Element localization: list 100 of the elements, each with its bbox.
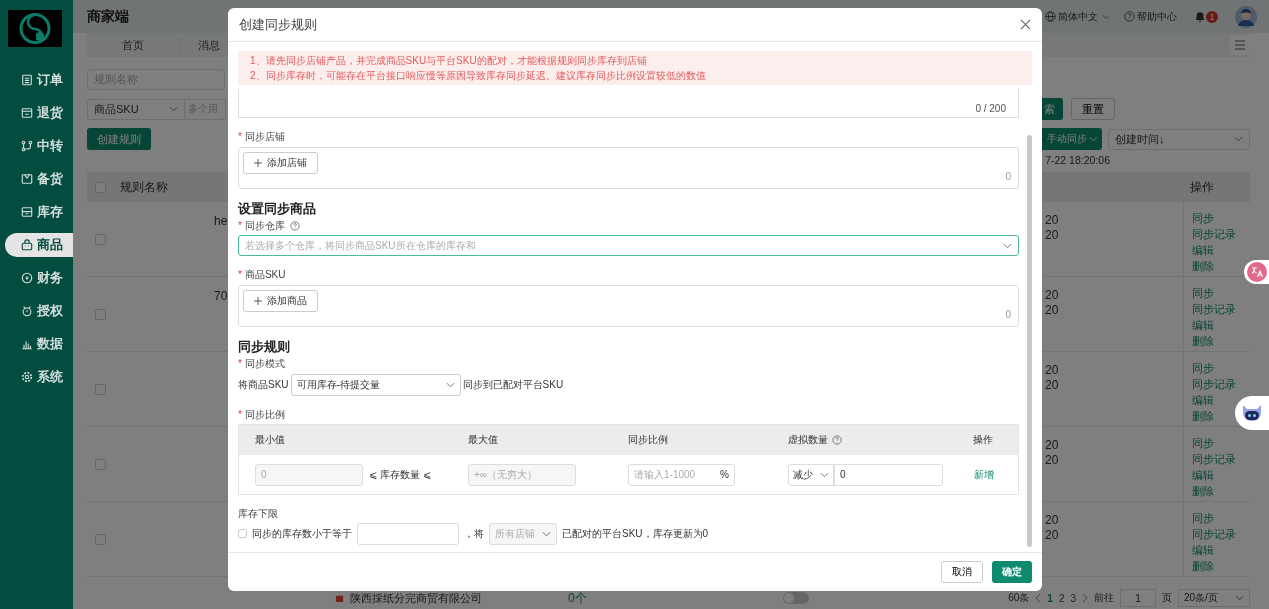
time-text: 20	[1045, 438, 1059, 452]
required-mark: *	[238, 269, 242, 281]
action-link[interactable]: 同步	[1192, 210, 1214, 226]
checkbox[interactable]	[95, 533, 106, 545]
page-number[interactable]: 1	[1047, 592, 1053, 604]
action-link[interactable]: 同步	[1192, 510, 1214, 526]
action-link[interactable]: 删除	[1192, 258, 1214, 274]
translate-button[interactable]	[1244, 260, 1269, 284]
required-mark: *	[238, 409, 242, 421]
coin-icon	[21, 272, 33, 284]
bell-icon[interactable]	[1194, 10, 1206, 23]
warehouse-select[interactable]: 若选择多个仓库，将同步商品SKU所在仓库的库存和	[238, 235, 1019, 256]
field-label: 库存下限	[238, 508, 278, 520]
chevron-down-icon	[169, 106, 178, 112]
close-icon[interactable]	[1020, 19, 1031, 30]
action-link[interactable]: 编辑	[1192, 467, 1214, 483]
virtual-quantity-field[interactable]: 0	[834, 463, 943, 486]
action-link[interactable]: 同步	[1192, 285, 1214, 301]
floor-quantity-field[interactable]	[357, 522, 459, 545]
sort-select[interactable]: 创建时间↓	[1108, 128, 1250, 150]
checkbox[interactable]	[95, 308, 106, 320]
cancel-button[interactable]: 取消	[941, 561, 983, 583]
language-selector[interactable]: 简体中文	[1045, 9, 1110, 24]
page-number[interactable]: 2	[1058, 592, 1065, 604]
checkbox[interactable]	[95, 458, 106, 470]
help-link[interactable]: 帮助中心	[1124, 9, 1177, 24]
table-cell: he	[214, 214, 228, 228]
checkbox[interactable]	[95, 181, 106, 193]
add-store-button[interactable]: 添加店铺	[243, 152, 318, 174]
chevron-right-icon[interactable]	[1082, 593, 1088, 603]
manual-sync-button[interactable]: 手动同步	[1042, 128, 1102, 150]
checkbox[interactable]	[238, 529, 247, 538]
sidebar-item[interactable]: 授权	[5, 299, 73, 323]
chevron-down-icon	[1235, 595, 1244, 601]
time-text: 20	[1045, 528, 1059, 542]
range-label: ⩽ 库存数量 ⩽	[369, 467, 432, 482]
chevron-down-icon	[1234, 136, 1243, 142]
sidebar-item[interactable]: 财务	[5, 266, 73, 290]
total-count: 60条	[1008, 591, 1030, 605]
bag-icon	[21, 239, 33, 251]
action-link[interactable]: 同步记录	[1192, 376, 1236, 392]
avatar[interactable]	[1235, 5, 1257, 28]
action-link[interactable]: 删除	[1192, 333, 1214, 349]
action-link[interactable]: 编辑	[1192, 392, 1214, 408]
menu-icon[interactable]	[1230, 35, 1250, 55]
action-link[interactable]: 同步	[1192, 435, 1214, 451]
add-product-button[interactable]: 添加商品	[243, 290, 318, 312]
logo	[8, 10, 62, 47]
action-link[interactable]: 编辑	[1192, 317, 1214, 333]
sidebar-item[interactable]: 订单	[5, 68, 73, 92]
toggle-switch[interactable]	[782, 592, 809, 604]
page-number[interactable]: 3	[1070, 592, 1076, 604]
sidebar-item[interactable]: 库存	[5, 200, 73, 224]
column-header: 同步比例	[627, 434, 669, 446]
action-link[interactable]: 编辑	[1192, 542, 1214, 558]
add-link[interactable]: 新增	[973, 467, 994, 482]
page-tab[interactable]: 首页	[87, 37, 180, 53]
reset-button[interactable]: 重置	[1071, 98, 1115, 120]
sidebar-item[interactable]: 中转	[5, 134, 73, 158]
adjust-select[interactable]: 减少	[788, 463, 834, 486]
floor-text: 已配对的平台SKU，库存更新为0	[562, 526, 709, 541]
scrollbar[interactable]	[1027, 135, 1032, 547]
action-link[interactable]: 同步	[1192, 360, 1214, 376]
create-rule-button[interactable]: 创建规则	[87, 128, 151, 150]
sidebar-item[interactable]: 退货	[5, 101, 73, 125]
table-cell: 70	[214, 289, 228, 303]
assistant-button[interactable]	[1235, 396, 1269, 430]
sidebar-item[interactable]: 商品	[5, 233, 73, 257]
action-link[interactable]: 同步记录	[1192, 301, 1236, 317]
store-select[interactable]: 所有店铺	[489, 522, 557, 545]
sidebar-item[interactable]: 备货	[5, 167, 73, 191]
checkbox[interactable]	[95, 233, 106, 245]
sku-type-select[interactable]: 商品SKU	[87, 98, 185, 120]
chevron-left-icon[interactable]	[1035, 593, 1042, 603]
sync-mode-select[interactable]: 可用库存-待提交量	[290, 374, 461, 396]
sidebar-item[interactable]: 数据	[5, 332, 73, 356]
min-value-field: 0	[255, 463, 363, 486]
count-text: 0	[1005, 309, 1011, 321]
time-text: 20	[1045, 228, 1059, 242]
confirm-button[interactable]: 确定	[992, 561, 1032, 583]
chevron-down-icon	[1003, 242, 1012, 249]
action-link[interactable]: 删除	[1192, 483, 1214, 499]
action-link[interactable]: 删除	[1192, 558, 1214, 574]
action-link[interactable]: 同步记录	[1192, 226, 1236, 242]
action-link[interactable]: 删除	[1192, 408, 1214, 424]
sidebar-item[interactable]: 系统	[5, 365, 73, 389]
page-size-select[interactable]: 20条/页	[1178, 589, 1250, 607]
help-icon	[1124, 11, 1135, 22]
checkbox[interactable]	[95, 383, 106, 395]
remark-field[interactable]: 0 / 200	[238, 89, 1019, 118]
notice-text: 2、同步库存时，可能存在平台接口响应慢等原因导致库存同步延迟。建议库存同步比例设置较低的数值	[250, 69, 707, 83]
ratio-field[interactable]: 请输入1-1000 %	[628, 463, 735, 486]
action-link[interactable]: 同步记录	[1192, 451, 1236, 467]
field-label: 商品SKU	[244, 269, 286, 281]
page-tab[interactable]: 消息	[180, 37, 220, 53]
action-link[interactable]: 同步记录	[1192, 526, 1236, 542]
badge-icon	[21, 305, 33, 317]
time-text: 20	[1045, 378, 1059, 392]
page-field[interactable]: 1	[1120, 589, 1156, 607]
action-link[interactable]: 编辑	[1192, 242, 1214, 258]
